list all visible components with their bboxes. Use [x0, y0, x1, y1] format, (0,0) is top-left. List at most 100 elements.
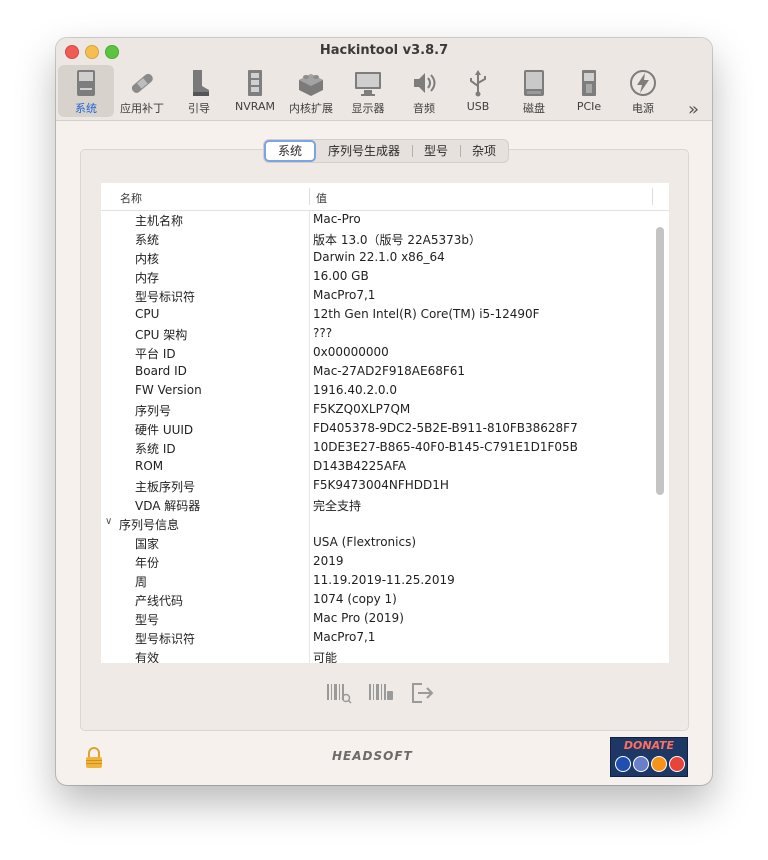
row-name: 序列号: [135, 404, 172, 418]
table-row[interactable]: 有效 可能: [101, 648, 653, 663]
generate-barcode-button[interactable]: [326, 682, 352, 708]
litecoin-icon: [669, 756, 685, 772]
toolbar-label: 电源: [632, 102, 654, 115]
tab-system[interactable]: 系统: [264, 140, 317, 162]
toolbar-item-patch[interactable]: 应用补丁: [114, 65, 170, 117]
row-name: 序列号信息: [119, 518, 180, 532]
column-header-name[interactable]: 名称: [120, 190, 142, 206]
toolbar-overflow-button[interactable]: »: [688, 99, 699, 120]
toolbar-item-usb[interactable]: USB: [450, 65, 506, 117]
toolbar-label: NVRAM: [235, 100, 275, 113]
table-row[interactable]: 序列号 F5KZQ0XLP7QM: [101, 401, 653, 420]
row-value: Mac-27AD2F918AE68F61: [313, 364, 466, 378]
row-name: VDA 解码器: [135, 499, 201, 513]
row-value: MacPro7,1: [313, 630, 376, 644]
table-row[interactable]: 周 11.19.2019-11.25.2019: [101, 572, 653, 591]
column-divider: [652, 188, 653, 205]
row-name: 产线代码: [135, 594, 184, 608]
row-name: 型号标识符: [135, 290, 196, 304]
row-name: 国家: [135, 537, 160, 551]
table-row[interactable]: FW Version 1916.40.2.0.0: [101, 382, 653, 401]
table-row[interactable]: 硬件 UUID FD405378-9DC2-5B2E-B911-810FB3862…: [101, 420, 653, 439]
row-value: F5K9473004NFHDD1H: [313, 478, 449, 492]
tab-model[interactable]: 型号: [412, 140, 460, 162]
table-row[interactable]: Board ID Mac-27AD2F918AE68F61: [101, 363, 653, 382]
export-button[interactable]: [410, 682, 436, 708]
table-row[interactable]: 主机名称 Mac-Pro: [101, 211, 653, 230]
lock-icon[interactable]: [85, 747, 103, 769]
toolbar-item-audio[interactable]: 音频: [396, 65, 452, 117]
table-row[interactable]: 平台 ID 0x00000000: [101, 344, 653, 363]
app-window: Hackintool v3.8.7 系统 应用补丁 引导 NVRAM 内核扩展 …: [56, 38, 712, 785]
toolbar-item-power[interactable]: 电源: [615, 65, 671, 117]
vertical-scrollbar[interactable]: [656, 227, 664, 495]
table-group-row[interactable]: ∨ 序列号信息: [101, 515, 653, 534]
table-header: 名称 值: [101, 183, 669, 211]
toolbar-item-pcie[interactable]: PCIe: [561, 65, 617, 117]
toolbar-item-disk[interactable]: 磁盘: [506, 65, 562, 117]
table-row[interactable]: CPU 架构???: [101, 325, 653, 344]
row-name: 平台 ID: [135, 347, 176, 361]
row-value: USA (Flextronics): [313, 535, 417, 549]
disclosure-chevron-icon[interactable]: ∨: [105, 516, 112, 527]
table-body: 主机名称 Mac-Pro 系统 版本 13.0（版号 22A5373b） 内核 Darw…: [101, 211, 653, 663]
table-row[interactable]: 内核 Darwin 22.1.0 x86_64: [101, 249, 653, 268]
lego-brick-icon: [299, 74, 323, 96]
toolbar-label: 音频: [413, 102, 435, 115]
toolbar-item-system[interactable]: 系统: [58, 65, 114, 117]
bandage-icon: [131, 73, 153, 93]
column-divider: [309, 188, 310, 205]
disk-icon: [524, 70, 544, 96]
ethereum-icon: [633, 756, 649, 772]
table-row[interactable]: 型号标识符 MacPro7,1: [101, 287, 653, 306]
window-title: Hackintool v3.8.7: [319, 43, 449, 58]
toolbar: 系统 应用补丁 引导 NVRAM 内核扩展 显示器 音频 USB 磁盘 PCIe…: [56, 65, 712, 120]
row-name: 系统 ID: [135, 442, 176, 456]
speaker-icon: [414, 73, 436, 93]
row-name: 主机名称: [135, 214, 184, 228]
table-row[interactable]: 系统 版本 13.0（版号 22A5373b）: [101, 230, 653, 249]
row-value: 11.19.2019-11.25.2019: [313, 573, 455, 587]
row-value: MacPro7,1: [313, 288, 376, 302]
table-row[interactable]: VDA 解码器 完全支持: [101, 496, 653, 515]
table-row[interactable]: 主板序列号 F5K9473004NFHDD1H: [101, 477, 653, 496]
row-name: CPU 架构: [135, 328, 188, 342]
table-row[interactable]: 型号标识符 MacPro7,1: [101, 629, 653, 648]
table-row[interactable]: ROM D143B4225AFA: [101, 458, 653, 477]
row-name: 有效: [135, 651, 160, 663]
column-header-value[interactable]: 值: [316, 190, 327, 206]
toolbar-item-nvram[interactable]: NVRAM: [227, 65, 283, 117]
tab-misc[interactable]: 杂项: [460, 140, 508, 162]
table-row[interactable]: 系统 ID 10DE3E27-B865-40F0-B145-C791E1D1F05…: [101, 439, 653, 458]
table-row[interactable]: 内存 16.00 GB: [101, 268, 653, 287]
mac-computer-icon: [77, 70, 95, 96]
table-row[interactable]: 年份 2019: [101, 553, 653, 572]
row-value: 1916.40.2.0.0: [313, 383, 397, 397]
row-value: Mac-Pro: [313, 212, 361, 226]
row-name: FW Version: [135, 383, 202, 397]
toolbar-label: PCIe: [576, 100, 602, 113]
donate-button[interactable]: DONATE: [610, 737, 688, 777]
table-row[interactable]: 型号 Mac Pro (2019): [101, 610, 653, 629]
toolbar-item-kext[interactable]: 内核扩展: [283, 65, 339, 117]
row-value: Darwin 22.1.0 x86_64: [313, 250, 445, 264]
row-value: F5KZQ0XLP7QM: [313, 402, 411, 416]
row-value: 10DE3E27-B865-40F0-B145-C791E1D1F05B: [313, 440, 578, 454]
row-value: 版本 13.0（版号 22A5373b）: [313, 233, 481, 247]
row-value: FD405378-9DC2-5B2E-B911-810FB38628F7: [313, 421, 578, 435]
row-name: 型号标识符: [135, 632, 196, 646]
barcode-info-button[interactable]: [368, 682, 394, 708]
row-name: Board ID: [135, 364, 187, 378]
row-name: 内核: [135, 252, 160, 266]
row-value: ???: [313, 326, 333, 340]
table-row[interactable]: 国家 USA (Flextronics): [101, 534, 653, 553]
toolbar-item-display[interactable]: 显示器: [340, 65, 396, 117]
memory-chip-icon: [248, 70, 262, 96]
display-icon: [355, 72, 381, 96]
toolbar-item-boot[interactable]: 引导: [171, 65, 227, 117]
table-row[interactable]: 产线代码 1074 (copy 1): [101, 591, 653, 610]
info-table: 名称 值 主机名称 Mac-Pro 系统 版本 13.0（版号 22A5373b）内…: [101, 183, 669, 663]
toolbar-label: 系统: [75, 102, 97, 115]
tab-serial-generator[interactable]: 序列号生成器: [316, 140, 412, 162]
table-row[interactable]: CPU 12th Gen Intel(R) Core(TM) i5-12490F: [101, 306, 653, 325]
